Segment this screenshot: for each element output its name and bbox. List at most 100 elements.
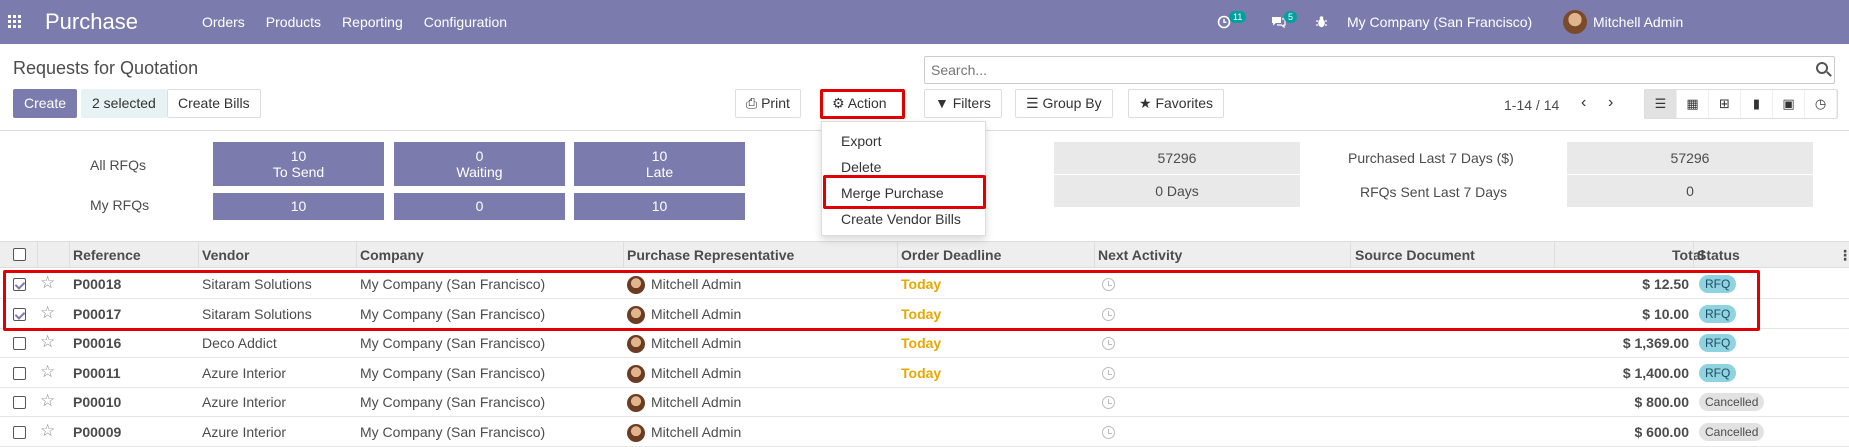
avatar <box>627 394 645 413</box>
create-bills-button[interactable]: Create Bills <box>167 89 261 118</box>
header-next-activity[interactable]: Next Activity <box>1098 247 1182 263</box>
print-label: Print <box>761 95 790 111</box>
tile-waiting-label: Waiting <box>456 164 503 180</box>
cell-representative: Mitchell Admin <box>627 335 742 354</box>
clock-icon[interactable] <box>1102 337 1115 350</box>
rfqs-sent-last-7-label: RFQs Sent Last 7 Days <box>1360 184 1508 200</box>
print-button[interactable]: ⎙ Print <box>735 89 801 118</box>
cell-reference: P00009 <box>73 423 122 440</box>
representative-name: Mitchell Admin <box>651 335 742 351</box>
calendar-view-icon[interactable]: ▣ <box>1773 90 1805 118</box>
search-input[interactable] <box>925 57 1785 83</box>
star-icon[interactable]: ☆ <box>40 362 55 382</box>
list-icon: ☰ <box>1026 95 1039 111</box>
tile-my-waiting[interactable]: 0 <box>394 193 565 220</box>
messages-badge: 5 <box>1284 11 1298 23</box>
favorites-label: Favorites <box>1155 95 1214 111</box>
user-menu[interactable]: Mitchell Admin <box>1563 0 1683 44</box>
cell-vendor: Azure Interior <box>202 423 287 440</box>
star-icon[interactable]: ☆ <box>40 391 55 411</box>
select-all-checkbox[interactable] <box>13 248 26 261</box>
graph-view-icon[interactable]: ▮ <box>1741 90 1773 118</box>
header-order-deadline[interactable]: Order Deadline <box>901 247 1001 263</box>
table-header: Reference Vendor Company Purchase Repres… <box>0 241 1849 268</box>
stat-rfqs-sent-last-7: 0 <box>1567 175 1813 207</box>
tile-waiting-count: 0 <box>475 148 484 164</box>
tile-my-late[interactable]: 10 <box>574 193 745 220</box>
row-checkbox[interactable] <box>13 396 26 409</box>
search-icon[interactable] <box>1816 62 1828 74</box>
purchased-last-7-label: Purchased Last 7 Days ($) <box>1348 150 1514 166</box>
avatar <box>627 423 645 442</box>
header-reference[interactable]: Reference <box>73 247 141 263</box>
star-icon[interactable]: ☆ <box>40 332 55 352</box>
activity-view-icon[interactable]: ◷ <box>1805 90 1837 118</box>
apps-menu-icon[interactable] <box>8 15 21 28</box>
main-menu: Orders Products Reporting Configuration <box>202 14 528 30</box>
menu-item-delete[interactable]: Delete <box>841 159 881 175</box>
menu-reporting[interactable]: Reporting <box>342 14 403 30</box>
menu-products[interactable]: Products <box>266 14 321 30</box>
header-status[interactable]: Status <box>1697 247 1740 263</box>
tile-late-label: Late <box>645 164 674 180</box>
row-checkbox[interactable] <box>13 366 26 380</box>
menu-item-create-vendor-bills[interactable]: Create Vendor Bills <box>841 211 961 227</box>
cell-vendor: Deco Addict <box>202 335 277 351</box>
clock-icon[interactable] <box>1102 425 1115 439</box>
star-icon[interactable]: ☆ <box>40 421 55 441</box>
column-options-icon[interactable]: ⋮ <box>1838 247 1849 264</box>
table-row[interactable]: ☆ P00009 Azure Interior My Company (San Fra… <box>0 418 1849 447</box>
tile-waiting[interactable]: 0 Waiting <box>394 142 565 186</box>
menu-configuration[interactable]: Configuration <box>424 14 507 30</box>
header-source-document[interactable]: Source Document <box>1355 247 1475 263</box>
selected-rows-highlight <box>3 270 1760 331</box>
pivot-view-icon[interactable]: ⊞ <box>1709 90 1741 118</box>
page-title[interactable]: Requests for Quotation <box>13 58 198 79</box>
row-checkbox[interactable] <box>13 425 26 439</box>
tile-late[interactable]: 10 Late <box>574 142 745 186</box>
tile-to-send[interactable]: 10 To Send <box>213 142 384 186</box>
table-row[interactable]: ☆ P00016 Deco Addict My Company (San Franci… <box>0 329 1849 358</box>
cell-vendor: Azure Interior <box>202 394 287 410</box>
row-checkbox[interactable] <box>13 337 26 350</box>
company-switcher[interactable]: My Company (San Francisco) <box>1347 0 1532 44</box>
debug-button[interactable] <box>1315 0 1328 44</box>
header-company[interactable]: Company <box>360 247 424 263</box>
col-sep <box>69 241 70 268</box>
action-highlight <box>820 89 905 119</box>
filters-button[interactable]: ▼ Filters <box>924 89 1002 118</box>
clock-icon[interactable] <box>1102 396 1115 409</box>
pager-value[interactable]: 1-14 / 14 <box>1504 97 1559 113</box>
create-button[interactable]: Create <box>13 89 78 118</box>
stat-left-2: 0 Days <box>1054 175 1300 207</box>
cell-total: $ 1,400.00 <box>1622 364 1689 381</box>
search-box <box>924 56 1835 84</box>
avatar <box>627 364 645 383</box>
chevron-right-icon[interactable]: › <box>1608 94 1613 112</box>
my-rfqs-label: My RFQs <box>90 197 150 213</box>
activity-button[interactable]: 11 <box>1217 0 1248 44</box>
stat-left-1: 57296 <box>1054 142 1300 174</box>
tile-to-send-count: 10 <box>290 148 307 164</box>
selected-count: 2 selected <box>81 89 167 118</box>
messages-button[interactable]: 5 <box>1271 0 1299 44</box>
kanban-view-icon[interactable]: ▦ <box>1677 90 1709 118</box>
clock-icon[interactable] <box>1102 366 1115 380</box>
header-vendor[interactable]: Vendor <box>202 247 249 263</box>
favorites-button[interactable]: ★ Favorites <box>1128 89 1225 118</box>
list-view-icon[interactable]: ☰ <box>1645 90 1677 118</box>
app-name[interactable]: Purchase <box>45 9 138 35</box>
menu-item-export[interactable]: Export <box>841 133 881 149</box>
table-row[interactable]: ☆ P00011 Azure Interior My Company (San Fra… <box>0 359 1849 388</box>
chevron-left-icon[interactable]: ‹ <box>1581 94 1586 112</box>
col-sep <box>198 241 199 268</box>
tile-late-count: 10 <box>651 148 668 164</box>
col-sep <box>1554 241 1555 268</box>
tile-my-to-send[interactable]: 10 <box>213 193 384 220</box>
group-by-button[interactable]: ☰ Group By <box>1015 89 1113 118</box>
header-purchase-representative[interactable]: Purchase Representative <box>627 247 794 263</box>
col-sep <box>897 241 898 268</box>
table-row[interactable]: ☆ P00010 Azure Interior My Company (San Fra… <box>0 388 1849 417</box>
menu-orders[interactable]: Orders <box>202 14 245 30</box>
representative-name: Mitchell Admin <box>651 423 742 440</box>
